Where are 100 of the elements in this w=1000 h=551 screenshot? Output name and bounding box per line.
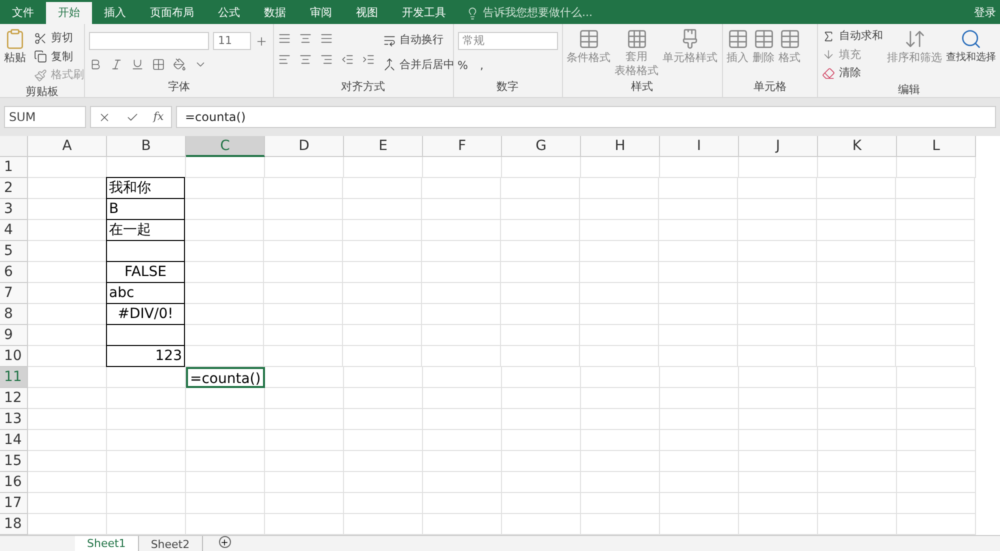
align-center-icon: [298, 53, 312, 66]
group-label: 编辑: [898, 82, 920, 96]
italic-icon: [110, 58, 123, 71]
sigma-icon: [822, 30, 835, 43]
table-cell[interactable]: #DIV/0!: [106, 303, 185, 325]
outdent-icon: [340, 53, 354, 66]
number-format-field[interactable]: 常规: [458, 32, 558, 50]
menu-tab[interactable]: 公式: [206, 2, 252, 24]
column-header[interactable]: K: [818, 136, 897, 157]
grow-font-icon: [255, 34, 268, 48]
row-header[interactable]: 7: [0, 283, 28, 304]
group-label: 单元格: [753, 80, 786, 92]
indent-icon: [362, 53, 375, 66]
column-header[interactable]: H: [581, 136, 660, 157]
percent-button[interactable]: %: [458, 58, 468, 74]
row-header[interactable]: 6: [0, 262, 28, 283]
bold-icon: [89, 58, 102, 71]
formula-field[interactable]: =counta(): [176, 106, 996, 128]
menu-tab[interactable]: 文件: [0, 2, 46, 24]
arrow-down-icon: [822, 48, 835, 62]
lightbulb-icon: [466, 6, 479, 20]
table-cell[interactable]: FALSE: [106, 261, 185, 283]
cells-icon: [726, 28, 749, 50]
table-cell[interactable]: B: [106, 198, 185, 220]
row-header[interactable]: 13: [0, 409, 28, 430]
menu-tab[interactable]: 插入: [92, 2, 138, 24]
cells-icon: [778, 28, 801, 50]
row-header[interactable]: 14: [0, 430, 28, 451]
grid-cell[interactable]: [106, 240, 185, 262]
menu-tab[interactable]: 视图: [344, 2, 390, 24]
wrap-text-button[interactable]: 自动换行: [382, 32, 455, 48]
login-link[interactable]: 登录: [974, 2, 1000, 24]
table-cell[interactable]: 我和你: [106, 177, 185, 199]
column-header[interactable]: G: [502, 136, 581, 157]
row-header[interactable]: 17: [0, 493, 28, 514]
grid-icon: [626, 28, 648, 50]
fill-color-icon: [173, 58, 186, 71]
name-box[interactable]: SUM: [4, 106, 86, 128]
grid-cell[interactable]: [106, 324, 185, 346]
align-middle-icon: [298, 32, 312, 45]
row-header[interactable]: 8: [0, 304, 28, 325]
clear-button[interactable]: 清除: [822, 65, 883, 82]
wrap-text-icon: [382, 34, 396, 47]
align-bottom-icon: [320, 32, 333, 45]
merge-icon: [382, 58, 396, 72]
column-header[interactable]: C: [186, 136, 265, 157]
row-header[interactable]: 5: [0, 241, 28, 262]
select-all-corner[interactable]: [0, 136, 28, 157]
merge-center-button[interactable]: 合并后居中: [382, 56, 455, 73]
menu-tab[interactable]: 页面布局: [138, 2, 206, 24]
paintbrush-icon: [34, 68, 47, 82]
sheet-tab[interactable]: Sheet1: [75, 536, 139, 551]
row-header[interactable]: 11: [0, 367, 28, 388]
row-header[interactable]: 12: [0, 388, 28, 409]
menu-tab[interactable]: 开始: [46, 2, 92, 24]
group-label: 剪贴板: [26, 84, 58, 98]
underline-icon: [131, 58, 144, 71]
table-cell[interactable]: abc: [106, 282, 185, 304]
group-label: 数字: [496, 80, 519, 92]
row-header[interactable]: 4: [0, 220, 28, 241]
paste-button[interactable]: 粘贴: [4, 28, 26, 84]
comma-button[interactable]: ,: [480, 58, 484, 74]
editing-cell[interactable]: =counta(): [186, 367, 265, 388]
autosum-button[interactable]: 自动求和: [822, 28, 883, 44]
group-label: 字体: [168, 80, 190, 92]
row-header[interactable]: 15: [0, 451, 28, 472]
column-header[interactable]: A: [28, 136, 107, 157]
plus-icon: [220, 538, 230, 546]
column-header[interactable]: B: [107, 136, 186, 157]
column-header[interactable]: I: [660, 136, 739, 157]
add-sheet-button[interactable]: [218, 536, 231, 548]
row-header[interactable]: 18: [0, 514, 28, 535]
row-header[interactable]: 1: [0, 157, 28, 178]
cut-button[interactable]: 剪切: [34, 30, 84, 46]
copy-icon: [34, 50, 47, 64]
column-header[interactable]: E: [344, 136, 423, 157]
sort-icon: [904, 28, 926, 50]
column-header[interactable]: L: [897, 136, 976, 157]
menu-tab[interactable]: 审阅: [298, 2, 344, 24]
font-name-field[interactable]: [89, 32, 209, 50]
row-header[interactable]: 2: [0, 178, 28, 199]
column-header[interactable]: F: [423, 136, 502, 157]
menu-tab[interactable]: 开发工具: [390, 2, 458, 24]
column-header[interactable]: J: [739, 136, 818, 157]
row-header[interactable]: 16: [0, 472, 28, 493]
row-header[interactable]: 3: [0, 199, 28, 220]
tell-me-field[interactable]: 告诉我您想要做什么...: [466, 2, 592, 24]
table-cell[interactable]: 123: [106, 345, 185, 367]
row-header[interactable]: 9: [0, 325, 28, 346]
copy-button[interactable]: 复制: [34, 48, 84, 65]
menu-tab[interactable]: 数据: [252, 2, 298, 24]
function-icon[interactable]: fx: [153, 108, 164, 126]
align-left-icon: [278, 53, 291, 66]
row-header[interactable]: 10: [0, 346, 28, 367]
group-label: 对齐方式: [341, 80, 386, 92]
font-size-field[interactable]: 11: [213, 32, 251, 50]
table-cell[interactable]: 在一起: [106, 219, 185, 241]
column-header[interactable]: D: [265, 136, 344, 157]
find-select-button[interactable]: 查找和选择: [946, 28, 996, 82]
sheet-tab[interactable]: Sheet2: [138, 536, 203, 551]
